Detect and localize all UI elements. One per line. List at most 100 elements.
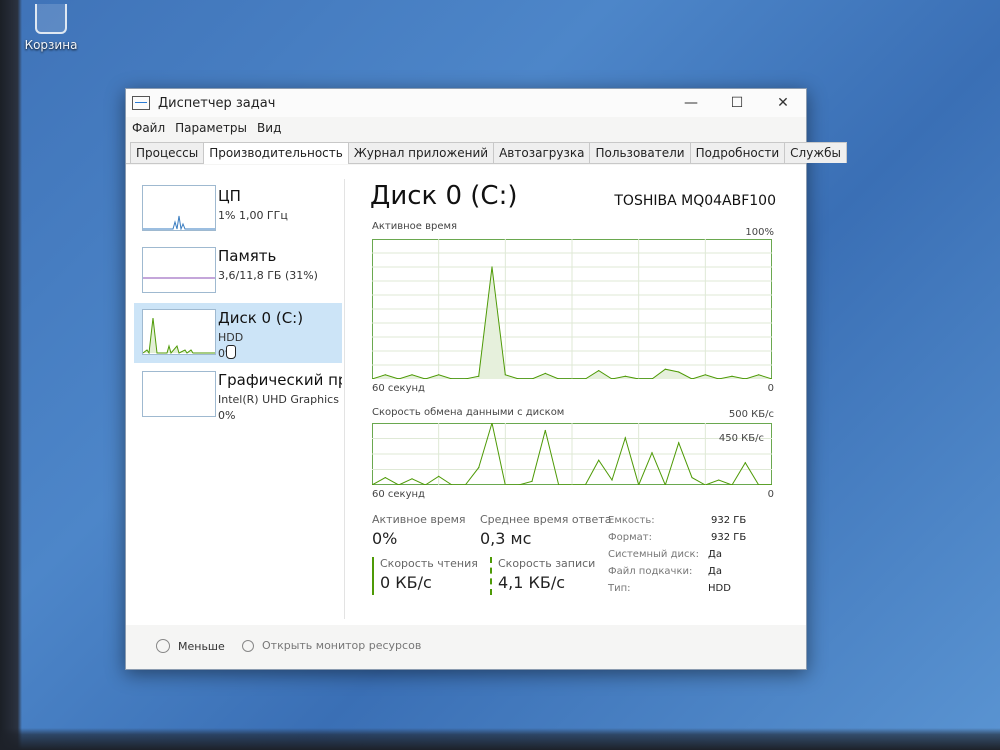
- fewer-details-label: Меньше: [178, 639, 225, 653]
- chart-point: [664, 368, 666, 370]
- write-rate-label: Скорость записи: [498, 557, 596, 570]
- tab-details[interactable]: Подробности: [689, 142, 786, 163]
- tab-services[interactable]: Службы: [784, 142, 848, 163]
- page-title: Диск 0 (C:): [370, 181, 518, 211]
- tab-processes[interactable]: Процессы: [130, 142, 205, 163]
- chart-point: [704, 374, 706, 376]
- disk-model: TOSHIBA MQ04ABF100: [614, 193, 776, 209]
- chart-point: [504, 374, 506, 376]
- sidebar-item-detail: 1% 1,00 ГГц: [218, 209, 288, 222]
- chart-point: [384, 476, 386, 479]
- sidebar-item-usage: 0%: [218, 409, 236, 422]
- active-time-graph-label: Активное время: [372, 221, 458, 232]
- chart-point: [531, 480, 533, 482]
- menu-options[interactable]: Параметры: [175, 121, 247, 135]
- tab-performance[interactable]: Производительность: [203, 142, 349, 164]
- sidebar-item-disk[interactable]: Диск 0 (C:) HDD 0%: [134, 303, 342, 363]
- chart-point: [411, 478, 413, 480]
- memory-thumbnail-graph: [142, 247, 216, 293]
- active-time-graph-max: 100%: [745, 227, 774, 238]
- write-rate-indicator: [490, 557, 492, 595]
- menu-bar: Файл Параметры Вид: [126, 117, 806, 139]
- chart-point: [491, 266, 493, 268]
- cpu-thumbnail-graph: [142, 185, 216, 231]
- transfer-rate-graph-duration: 60 секунд: [372, 489, 425, 500]
- footer-bar: Меньше Открыть монитор ресурсов: [126, 625, 806, 669]
- fewer-details-button[interactable]: Меньше: [156, 639, 225, 653]
- transfer-rate-scale-label: 450 КБ/с: [718, 433, 764, 444]
- chart-point: [598, 459, 600, 461]
- tab-app-history[interactable]: Журнал приложений: [347, 142, 495, 163]
- chart-point: [718, 479, 720, 481]
- active-time-graph-duration: 60 секунд: [372, 383, 425, 394]
- active-time-label: Активное время: [372, 513, 466, 526]
- resource-monitor-icon: [242, 639, 254, 652]
- chart-point: [544, 429, 546, 432]
- capacity-value: 932 ГБ: [711, 515, 747, 526]
- tab-users[interactable]: Пользователи: [589, 142, 691, 163]
- pane-divider: [344, 179, 345, 619]
- type-value: HDD: [708, 583, 731, 594]
- sidebar-item-title: Память: [218, 247, 277, 265]
- monitor-bezel-left: [0, 0, 22, 750]
- menu-view[interactable]: Вид: [257, 121, 281, 135]
- page-file-label: Файл подкачки:: [608, 566, 693, 577]
- recycle-bin-icon: [35, 4, 67, 34]
- task-manager-icon: [132, 96, 150, 110]
- chart-point: [611, 479, 613, 481]
- performance-content: ЦП 1% 1,00 ГГц Память 3,6/11,8 ГБ (31%) …: [126, 165, 806, 625]
- chart-point: [438, 374, 440, 376]
- format-label: Формат:: [608, 532, 652, 543]
- chart-point: [624, 437, 626, 439]
- chevron-up-icon: [156, 639, 170, 653]
- sidebar-item-detail: 3,6/11,8 ГБ (31%): [218, 269, 318, 282]
- chart-point: [438, 475, 440, 477]
- title-bar[interactable]: Диспетчер задач — ☐ ✕: [126, 89, 806, 117]
- resource-sidebar: ЦП 1% 1,00 ГГц Память 3,6/11,8 ГБ (31%) …: [134, 179, 342, 619]
- hand-cursor-icon: [226, 345, 236, 359]
- desktop-recycle-bin[interactable]: Корзина: [22, 0, 80, 52]
- system-disk-label: Системный диск:: [608, 549, 699, 560]
- chart-point: [678, 371, 680, 373]
- chart-point: [624, 375, 626, 377]
- active-time-graph-min: 0: [767, 383, 774, 394]
- type-label: Тип:: [608, 583, 631, 594]
- read-rate-value: 0 КБ/с: [380, 573, 432, 592]
- page-file-value: Да: [708, 566, 722, 577]
- chart-point: [478, 375, 480, 377]
- minimize-button[interactable]: —: [668, 89, 714, 117]
- disk-details-pane: Диск 0 (C:) TOSHIBA MQ04ABF100 Активное …: [356, 179, 776, 619]
- read-rate-label: Скорость чтения: [380, 557, 478, 570]
- chart-point: [384, 374, 386, 376]
- window-title: Диспетчер задач: [158, 95, 276, 111]
- sidebar-item-cpu[interactable]: ЦП 1% 1,00 ГГц: [134, 179, 342, 239]
- close-button[interactable]: ✕: [760, 89, 806, 117]
- chart-point: [678, 442, 680, 444]
- menu-file[interactable]: Файл: [132, 121, 165, 135]
- chart-point: [691, 476, 693, 479]
- sidebar-item-memory[interactable]: Память 3,6/11,8 ГБ (31%): [134, 241, 342, 301]
- response-time-label: Среднее время ответа: [480, 513, 612, 526]
- chart-point: [758, 374, 760, 376]
- transfer-rate-graph-max: 500 КБ/с: [728, 409, 774, 420]
- chart-point: [731, 375, 733, 377]
- recycle-bin-label: Корзина: [24, 38, 78, 52]
- transfer-rate-graph-min: 0: [767, 489, 774, 500]
- gpu-thumbnail-graph: [142, 371, 216, 417]
- transfer-rate-graph-label: Скорость обмена данными с диском: [372, 407, 565, 418]
- chart-point: [651, 452, 653, 454]
- response-time-value: 0,3 мс: [480, 529, 532, 548]
- active-time-value: 0%: [372, 529, 398, 548]
- transfer-rate-chart: [372, 423, 772, 485]
- sidebar-item-title: Графический процессор: [218, 371, 342, 389]
- sidebar-item-gpu[interactable]: Графический процессор Intel(R) UHD Graph…: [134, 365, 342, 425]
- tab-startup[interactable]: Автозагрузка: [493, 142, 591, 163]
- sidebar-item-detail: Intel(R) UHD Graphics: [218, 393, 339, 406]
- chart-point: [598, 370, 600, 372]
- sidebar-item-title: ЦП: [218, 187, 241, 205]
- maximize-button[interactable]: ☐: [714, 89, 760, 117]
- tab-strip: Процессы Производительность Журнал прило…: [126, 139, 848, 164]
- read-rate-indicator: [372, 557, 374, 595]
- chart-point: [478, 467, 480, 469]
- open-resource-monitor-link[interactable]: Открыть монитор ресурсов: [242, 639, 421, 652]
